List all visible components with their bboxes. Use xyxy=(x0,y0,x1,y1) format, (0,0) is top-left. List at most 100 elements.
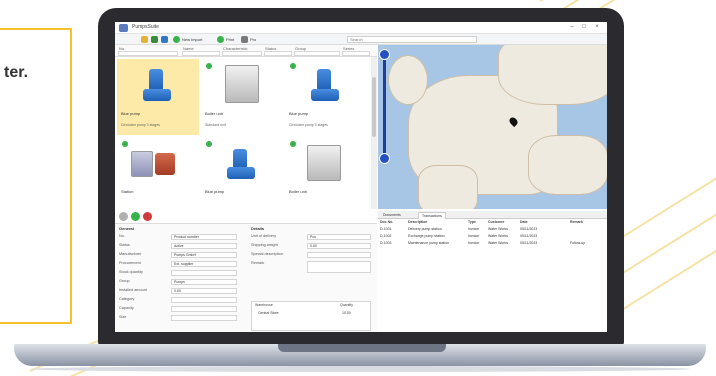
toolbar: New Import Print Pro Search xyxy=(115,34,607,45)
product-name: Blue pump xyxy=(121,111,141,116)
app-title: PumpsSuite xyxy=(132,24,159,30)
laptop-notch xyxy=(278,344,446,352)
field-manufacturer: Manufacturer Pumps GmbH xyxy=(119,252,239,259)
status-dot xyxy=(290,63,296,69)
filter-input-characteristic[interactable] xyxy=(222,51,262,56)
add-icon[interactable] xyxy=(173,36,180,43)
column-header: Remark xyxy=(570,220,583,224)
pro-button[interactable]: Pro xyxy=(250,37,256,42)
status-dot xyxy=(206,141,212,147)
column-header: Description xyxy=(408,220,428,224)
app-icon xyxy=(119,24,128,32)
table-row[interactable]: D-1003 Maintenance pump station Invoice … xyxy=(378,241,607,248)
section-general: General xyxy=(119,226,134,231)
product-subtitle: Circulator pump 3 stages xyxy=(121,123,160,127)
map-land xyxy=(498,45,607,105)
field-installed-input[interactable]: 0.00 xyxy=(171,288,237,294)
search-input[interactable]: Search xyxy=(347,36,477,43)
laptop-screen: PumpsSuite – □ × New Import Print Pro Se… xyxy=(115,22,607,332)
field-remark-input[interactable] xyxy=(307,261,371,273)
column-header: Customer xyxy=(488,220,505,224)
filter-input-no[interactable] xyxy=(118,51,178,56)
map-view[interactable] xyxy=(378,45,607,209)
filter-input-series[interactable] xyxy=(342,51,370,56)
product-name: Blue pump xyxy=(289,111,309,116)
print-button[interactable]: Print xyxy=(226,37,234,42)
map-land xyxy=(418,165,478,209)
title-bar: PumpsSuite – □ × xyxy=(115,22,607,34)
product-name: Boiler unit xyxy=(289,189,307,194)
field-category-input[interactable] xyxy=(171,297,237,303)
callout-text: ter. xyxy=(4,64,29,81)
tab-documents[interactable]: Documents xyxy=(380,212,404,219)
product-name: Boiler unit xyxy=(205,111,223,116)
field-procurement-input[interactable]: Ext. supplier xyxy=(171,261,237,267)
column-header: Type xyxy=(468,220,476,224)
field-capacity: Capacity xyxy=(119,306,239,313)
column-header: Quantity xyxy=(340,303,354,307)
refresh-icon[interactable] xyxy=(161,36,168,43)
product-name: Station xyxy=(121,189,134,194)
table-row[interactable]: D-1002 Exchange pump station Invoice Wat… xyxy=(378,234,607,241)
field-capacity-input[interactable] xyxy=(171,306,237,312)
product-card[interactable]: Blue pump xyxy=(201,137,283,213)
table-cell: Central Store xyxy=(258,311,279,315)
product-card[interactable]: Boiler unit xyxy=(285,137,367,213)
zoom-slider[interactable] xyxy=(379,49,390,164)
minimize-button[interactable]: – xyxy=(567,24,577,30)
stripe xyxy=(609,195,716,282)
table-row[interactable]: D-1001 Delivery pump station Invoice Wat… xyxy=(378,227,607,234)
print-icon[interactable] xyxy=(217,36,224,43)
record-actions xyxy=(119,211,179,223)
field-unit-input[interactable]: Pcs xyxy=(307,234,371,240)
close-button[interactable]: × xyxy=(592,24,602,30)
product-card[interactable]: Station xyxy=(117,137,199,213)
field-stock-input[interactable] xyxy=(171,270,237,276)
field-procurement: Procurement Ext. supplier xyxy=(119,261,239,268)
field-group-input[interactable]: Pumps xyxy=(171,279,237,285)
help-icon[interactable] xyxy=(241,36,248,43)
grid-scrollbar[interactable] xyxy=(371,57,377,209)
field-size-input[interactable] xyxy=(171,315,237,321)
product-grid: Blue pump Circulator pump 3 stages Boile… xyxy=(115,57,377,209)
field-weight-input[interactable]: 0.00 xyxy=(307,243,371,249)
warehouse-table: Warehouse Quantity Central Store 10.00 xyxy=(251,301,371,331)
callout-box: ter. xyxy=(0,28,72,324)
field-weight: Shipping weight 0.00 xyxy=(251,243,373,250)
scrollbar-thumb[interactable] xyxy=(372,77,376,137)
field-no: No. Product number xyxy=(119,234,239,241)
field-status-input[interactable]: Active xyxy=(171,243,237,249)
maximize-button[interactable]: □ xyxy=(579,24,589,30)
product-card[interactable]: Boiler unit Standard unit xyxy=(201,59,283,135)
product-card[interactable]: Blue pump Circulator pump 3 stages xyxy=(117,59,199,135)
zoom-out-button[interactable] xyxy=(379,153,390,164)
folder-icon[interactable] xyxy=(141,36,148,43)
boiler-image xyxy=(225,65,259,103)
field-category: Category xyxy=(119,297,239,304)
field-manufacturer-input[interactable]: Pumps GmbH xyxy=(171,252,237,258)
delete-icon[interactable] xyxy=(143,212,152,221)
field-no-input[interactable]: Product number xyxy=(171,234,237,240)
add-icon[interactable] xyxy=(131,212,140,221)
filter-input-group[interactable] xyxy=(294,51,340,56)
filter-input-name[interactable] xyxy=(182,51,220,56)
filter-input-status[interactable] xyxy=(264,51,292,56)
laptop-shadow xyxy=(30,366,690,372)
map-land xyxy=(528,135,607,195)
field-special: Special description xyxy=(251,252,373,259)
zoom-in-button[interactable] xyxy=(379,49,390,60)
table-cell: 10.00 xyxy=(342,311,351,315)
new-import-button[interactable]: New Import xyxy=(182,37,202,42)
stripe xyxy=(539,0,711,2)
edit-icon[interactable] xyxy=(119,212,128,221)
product-card[interactable]: Blue pump Circulator pump 3 stages xyxy=(285,59,367,135)
save-icon[interactable] xyxy=(151,36,158,43)
field-remark: Remark xyxy=(251,261,373,273)
section-details: Details xyxy=(251,226,265,231)
field-status: Status Active xyxy=(119,243,239,250)
column-header: Warehouse xyxy=(255,303,273,307)
transactions-table: Doc No. Description Type Customer Date R… xyxy=(378,219,607,332)
field-special-input[interactable] xyxy=(307,252,371,258)
boiler-image xyxy=(307,145,341,181)
tab-transactions[interactable]: Transactions xyxy=(418,212,446,219)
